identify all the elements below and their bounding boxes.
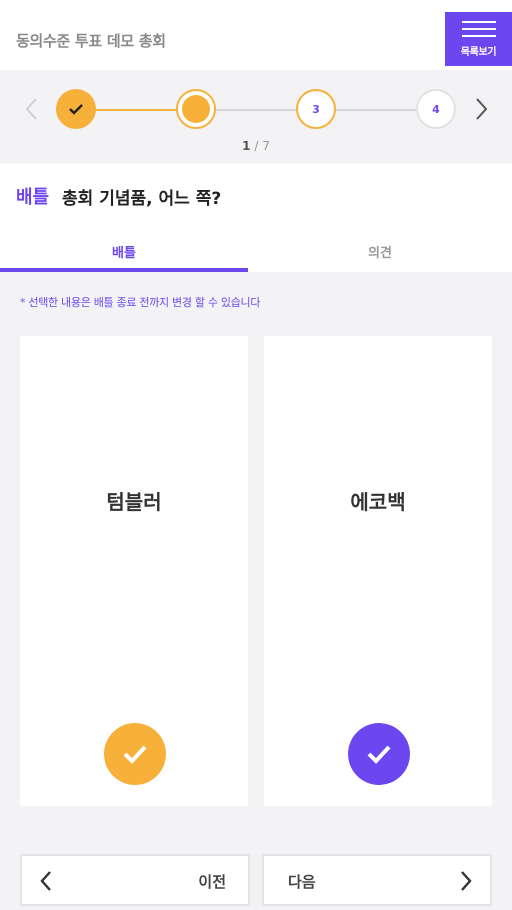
step-4[interactable]: 4 [416, 89, 456, 129]
next-button[interactable]: 다음 [262, 854, 492, 906]
option-card-ecobag[interactable]: 에코백 [264, 336, 492, 806]
current-page: 1 [242, 139, 251, 153]
option-card-tumbler[interactable]: 텀블러 [20, 336, 248, 806]
question-header: 배틀 총회 기념품, 어느 쪽? [0, 163, 512, 223]
change-notice: * 선택한 내용은 배틀 종료 전까지 변경 할 수 있습니다 [20, 296, 261, 309]
select-option-button[interactable] [104, 723, 166, 785]
app-title: 동의수준 투표 데모 총회 [16, 32, 166, 50]
step-3[interactable]: 3 [296, 89, 336, 129]
tab-battle[interactable]: 배틀 [0, 223, 248, 272]
app-header: 동의수준 투표 데모 총회 목록보기 [0, 0, 512, 70]
question-stepper: 3 4 1 / 7 [0, 70, 512, 163]
select-option-button[interactable] [348, 723, 410, 785]
chevron-right-icon[interactable] [471, 96, 491, 122]
hamburger-icon [461, 21, 496, 37]
previous-button[interactable]: 이전 [20, 854, 250, 906]
tab-bar: 배틀 의견 [0, 223, 512, 272]
page-indicator: 1 / 7 [0, 139, 512, 153]
option-label: 에코백 [350, 490, 406, 514]
check-icon [123, 745, 147, 764]
step-2-current[interactable] [176, 89, 216, 129]
current-step-dot [182, 95, 210, 123]
list-view-label: 목록보기 [460, 47, 497, 58]
tab-opinion[interactable]: 의견 [256, 223, 504, 272]
previous-label: 이전 [198, 873, 226, 891]
chevron-left-icon [38, 869, 54, 893]
question-title: 총회 기념품, 어느 쪽? [62, 189, 222, 209]
list-view-button[interactable]: 목록보기 [445, 12, 512, 66]
step-1-completed[interactable] [56, 89, 96, 129]
next-label: 다음 [288, 873, 316, 891]
question-type-tag: 배틀 [16, 187, 50, 208]
chevron-right-icon [458, 869, 474, 893]
check-icon [367, 745, 391, 764]
total-pages: / 7 [254, 139, 270, 153]
chevron-left-icon[interactable] [22, 96, 42, 122]
option-label: 텀블러 [106, 490, 162, 514]
check-icon [69, 104, 83, 115]
